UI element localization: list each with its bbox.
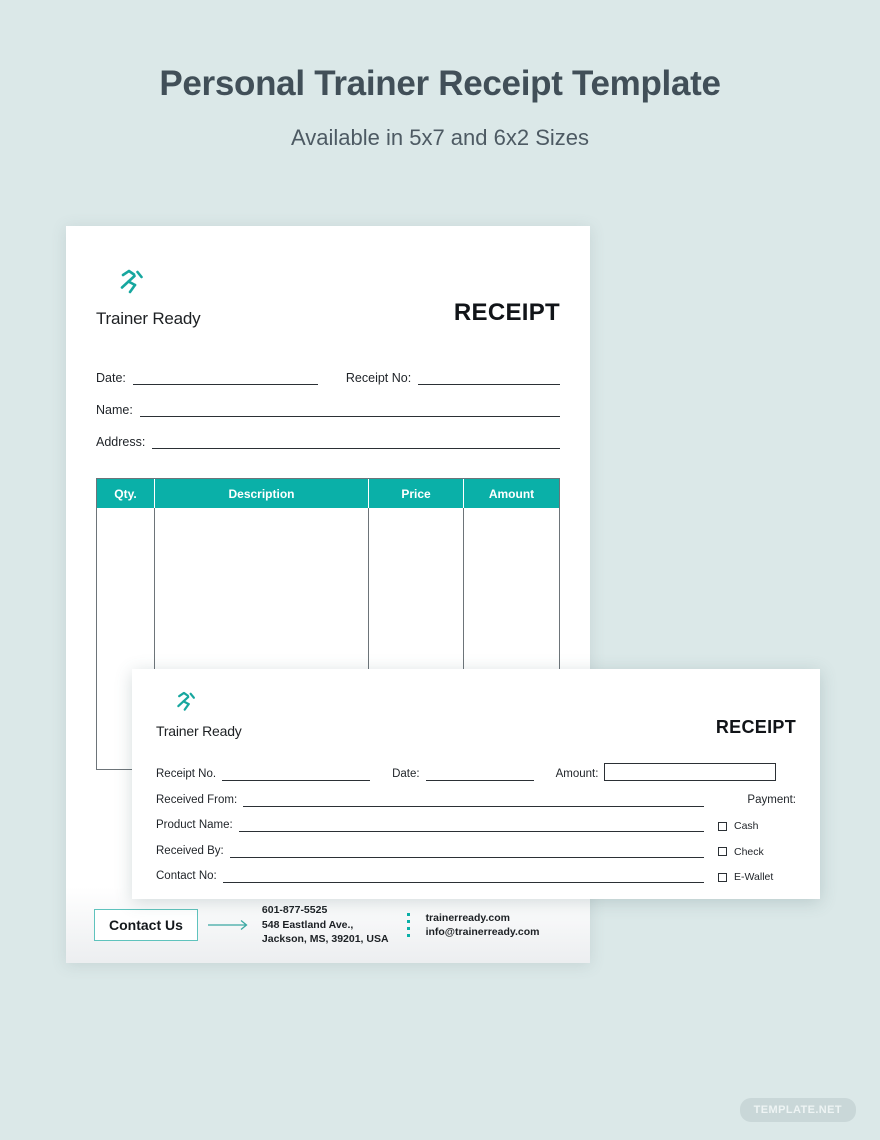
receipt-no-input[interactable] bbox=[418, 374, 560, 385]
field-row-contact-no: Contact No: E-Wallet bbox=[156, 870, 796, 883]
checkbox-ewallet-icon[interactable] bbox=[718, 872, 727, 882]
name-label: Name: bbox=[96, 403, 133, 417]
footer-website[interactable]: trainerready.com bbox=[426, 911, 540, 926]
contact-us-button[interactable]: Contact Us bbox=[94, 909, 198, 941]
column-header-price: Price bbox=[369, 479, 464, 508]
template-net-watermark: TEMPLATE.NET bbox=[739, 1098, 856, 1122]
checkbox-check-icon[interactable] bbox=[718, 847, 727, 856]
footer-phone: 601-877-5525 bbox=[261, 904, 328, 917]
page-subtitle: Available in 5x7 and 6x2 Sizes bbox=[290, 124, 589, 150]
received-by-label: Received By: bbox=[156, 844, 224, 857]
product-name-input[interactable] bbox=[238, 822, 704, 832]
receipt-card-landscape[interactable]: Trainer Ready RECEIPT Receipt No. Date: … bbox=[132, 669, 820, 899]
portrait-brand-row: Trainer Ready RECEIPT bbox=[96, 254, 560, 329]
dotted-separator-icon bbox=[406, 913, 410, 937]
column-header-description: Description bbox=[155, 479, 369, 508]
field-row-receiptno-date-amount: Receipt No. Date: Amount: bbox=[156, 763, 796, 781]
brand-lockup: Trainer Ready bbox=[96, 266, 296, 329]
address-input[interactable] bbox=[152, 438, 560, 449]
column-header-amount: Amount bbox=[488, 486, 535, 501]
running-person-icon bbox=[177, 691, 195, 711]
date-input[interactable] bbox=[132, 374, 318, 385]
field-row-date-receiptno: Date: Receipt No: bbox=[96, 371, 560, 385]
field-row-received-from: Received From: Payment: bbox=[156, 794, 796, 807]
received-from-input[interactable] bbox=[243, 797, 704, 807]
payment-option-check[interactable]: Check bbox=[704, 846, 796, 858]
receipt-no-input[interactable] bbox=[222, 771, 371, 781]
name-input[interactable] bbox=[139, 406, 560, 417]
footer-address-line1: 548 Eastland Ave., bbox=[261, 918, 354, 931]
page-header: Personal Trainer Receipt Template Availa… bbox=[0, 62, 880, 151]
field-row-received-by: Received By: Check bbox=[156, 845, 796, 858]
contact-no-label: Contact No: bbox=[156, 870, 217, 882]
payment-option-label: Check bbox=[734, 845, 764, 858]
field-row-address: Address: bbox=[96, 435, 560, 449]
brand-name: Trainer Ready bbox=[96, 309, 201, 328]
payment-option-cash[interactable]: Cash bbox=[704, 820, 796, 832]
received-by-input[interactable] bbox=[229, 848, 704, 858]
date-label: Date: bbox=[96, 371, 126, 385]
brand-name: Trainer Ready bbox=[156, 723, 242, 739]
landscape-fields: Receipt No. Date: Amount: Received From:… bbox=[156, 763, 796, 883]
field-row-name: Name: bbox=[96, 403, 560, 417]
payment-label: Payment: bbox=[747, 793, 796, 806]
payment-option-ewallet[interactable]: E-Wallet bbox=[704, 871, 796, 883]
address-label: Address: bbox=[96, 435, 146, 449]
brand-lockup-landscape: Trainer Ready bbox=[156, 689, 242, 739]
receipt-no-label: Receipt No. bbox=[156, 768, 217, 780]
arrow-right-icon bbox=[207, 919, 248, 931]
footer-address: 601-877-5525 548 Eastland Ave., Jackson,… bbox=[262, 903, 389, 947]
date-label: Date: bbox=[392, 768, 420, 780]
receipt-heading: RECEIPT bbox=[715, 717, 796, 737]
field-row-product-name: Product Name: Cash bbox=[156, 819, 796, 832]
landscape-brand-row: Trainer Ready RECEIPT bbox=[156, 689, 796, 739]
checkbox-cash-icon[interactable] bbox=[718, 821, 727, 831]
portrait-fields: Date: Receipt No: Name: Address: bbox=[96, 371, 560, 449]
page-title: Personal Trainer Receipt Template bbox=[159, 64, 721, 103]
receipt-heading: RECEIPT bbox=[453, 299, 560, 326]
payment-option-label: Cash bbox=[734, 820, 759, 832]
running-person-icon bbox=[120, 269, 143, 294]
product-name-label: Product Name: bbox=[156, 819, 233, 831]
payment-option-label: E-Wallet bbox=[734, 871, 774, 883]
amount-label: Amount: bbox=[555, 768, 599, 780]
date-input[interactable] bbox=[425, 771, 534, 781]
footer-web: trainerready.com info@trainerready.com bbox=[426, 911, 540, 940]
table-header-row: Qty. Description Price Amount bbox=[97, 479, 559, 508]
footer-address-line2: Jackson, MS, 39201, USA bbox=[261, 933, 389, 946]
receipt-no-label: Receipt No: bbox=[345, 371, 412, 385]
contact-no-input[interactable] bbox=[222, 873, 704, 883]
amount-input[interactable] bbox=[604, 763, 777, 781]
received-from-label: Received From: bbox=[156, 793, 238, 806]
footer-email[interactable]: info@trainerready.com bbox=[426, 925, 540, 940]
column-header-qty: Qty. bbox=[97, 479, 155, 508]
